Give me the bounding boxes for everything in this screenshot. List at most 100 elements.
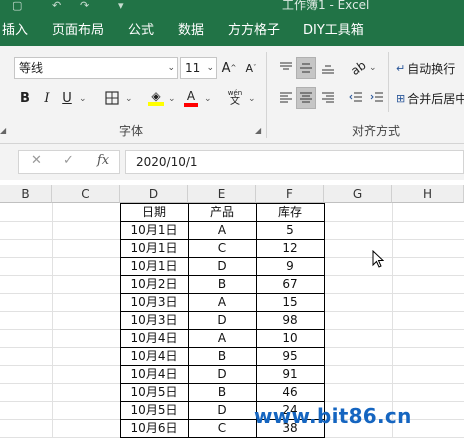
font-color-button[interactable]: A <box>182 88 200 108</box>
product-cell[interactable]: C <box>188 239 256 257</box>
chevron-down-icon[interactable]: ⌄ <box>79 94 87 104</box>
chevron-down-icon[interactable]: ⌄ <box>125 94 133 104</box>
formula-bar: ✕ ✓ fx 2020/10/1 <box>0 144 464 180</box>
stock-cell[interactable]: 91 <box>256 365 324 383</box>
date-cell[interactable]: 10月4日 <box>120 347 188 365</box>
product-cell[interactable]: D <box>188 365 256 383</box>
align-middle-icon <box>300 63 312 73</box>
phonetic-button[interactable]: wén 文 <box>224 88 246 108</box>
align-bottom-button[interactable] <box>318 58 338 78</box>
align-center-icon <box>300 92 312 103</box>
stock-cell[interactable]: 10 <box>256 329 324 347</box>
stock-cell[interactable]: 5 <box>256 221 324 239</box>
borders-button[interactable] <box>102 88 122 108</box>
enter-icon[interactable]: ✓ <box>63 153 74 168</box>
column-header-b[interactable]: B <box>0 185 52 203</box>
tab-page-layout[interactable]: 页面布局 <box>52 22 104 40</box>
tab-insert[interactable]: 插入 <box>2 22 28 40</box>
date-cell[interactable]: 10月6日 <box>120 419 188 437</box>
wrap-text-button[interactable]: ↵ 自动换行 <box>396 58 464 78</box>
stock-cell[interactable]: 12 <box>256 239 324 257</box>
chevron-down-icon[interactable]: ⌄ <box>248 94 256 104</box>
product-cell[interactable]: A <box>188 329 256 347</box>
chevron-down-icon[interactable]: ⌄ <box>204 94 212 104</box>
font-size-value: 11 <box>185 61 201 75</box>
stock-cell[interactable]: 98 <box>256 311 324 329</box>
product-cell[interactable]: D <box>188 401 256 419</box>
stock-cell[interactable]: 95 <box>256 347 324 365</box>
date-cell[interactable]: 10月1日 <box>120 257 188 275</box>
column-header-d[interactable]: D <box>120 185 188 203</box>
product-cell[interactable]: C <box>188 419 256 437</box>
date-cell[interactable]: 10月1日 <box>120 239 188 257</box>
tab-diy-toolbox[interactable]: DIY工具箱 <box>303 22 364 40</box>
increase-indent-button[interactable] <box>367 88 387 108</box>
redo-icon[interactable]: ↷ <box>80 0 89 12</box>
product-cell[interactable]: B <box>188 347 256 365</box>
cancel-icon[interactable]: ✕ <box>31 153 42 168</box>
product-cell[interactable]: A <box>188 221 256 239</box>
italic-button[interactable]: I <box>38 88 56 108</box>
tab-fangfang[interactable]: 方方格子 <box>228 22 280 40</box>
stock-cell[interactable]: 46 <box>256 383 324 401</box>
undo-icon[interactable]: ↶ <box>52 0 61 12</box>
product-cell[interactable]: A <box>188 293 256 311</box>
customize-icon[interactable]: ▾ <box>118 0 124 12</box>
align-top-icon <box>280 62 292 70</box>
product-cell[interactable]: D <box>188 257 256 275</box>
fill-color-button[interactable]: ◈ <box>146 88 166 108</box>
shrink-font-button[interactable]: Aˇ <box>242 58 260 78</box>
chevron-down-icon[interactable]: ⌄ <box>168 94 176 104</box>
column-header-f[interactable]: F <box>256 185 324 203</box>
tab-formulas[interactable]: 公式 <box>128 22 154 40</box>
paint-bucket-icon: ◈ <box>151 89 161 103</box>
insert-function-button[interactable]: fx <box>97 153 109 168</box>
window-title: 工作簿1 - Excel <box>282 0 370 12</box>
align-middle-button[interactable] <box>296 57 316 79</box>
font-dialog-launcher-icon[interactable]: ◢ <box>255 126 261 135</box>
worksheet-grid[interactable]: B C D E F G H 日期 产品 库存 10月1日 A 5 10月1日 C 12 10… <box>0 185 464 438</box>
header-cell-product[interactable]: 产品 <box>188 203 256 221</box>
product-cell[interactable]: D <box>188 311 256 329</box>
column-header-h[interactable]: H <box>392 185 464 203</box>
date-cell[interactable]: 10月4日 <box>120 365 188 383</box>
font-size-select[interactable]: 11 ⌄ <box>180 57 217 79</box>
stock-cell[interactable]: 67 <box>256 275 324 293</box>
column-header-e[interactable]: E <box>188 185 256 203</box>
column-header-g[interactable]: G <box>324 185 392 203</box>
align-right-button[interactable] <box>318 88 338 108</box>
date-cell[interactable]: 10月5日 <box>120 401 188 419</box>
date-cell[interactable]: 10月1日 <box>120 221 188 239</box>
header-cell-date[interactable]: 日期 <box>120 203 188 221</box>
decrease-indent-button[interactable] <box>346 88 366 108</box>
date-cell[interactable]: 10月2日 <box>120 275 188 293</box>
save-icon[interactable]: ▢ <box>12 0 22 12</box>
date-cell[interactable]: 10月3日 <box>120 311 188 329</box>
column-header-c[interactable]: C <box>52 185 120 203</box>
date-cell[interactable]: 10月5日 <box>120 383 188 401</box>
orientation-button[interactable]: ab <box>348 58 368 78</box>
stock-cell[interactable]: 15 <box>256 293 324 311</box>
product-cell[interactable]: B <box>188 383 256 401</box>
chevron-down-icon[interactable]: ⌄ <box>369 63 377 73</box>
font-name-select[interactable]: 等线 ⌄ <box>14 57 178 79</box>
wrap-text-icon: ↵ <box>396 61 406 75</box>
bold-button[interactable]: B <box>16 88 34 108</box>
align-center-button[interactable] <box>296 87 316 109</box>
date-cell[interactable]: 10月4日 <box>120 329 188 347</box>
date-cell[interactable]: 10月3日 <box>120 293 188 311</box>
stock-cell[interactable]: 9 <box>256 257 324 275</box>
chevron-down-icon: ⌄ <box>167 63 175 73</box>
align-left-button[interactable] <box>276 88 296 108</box>
clipboard-dialog-launcher-icon[interactable]: ◢ <box>0 126 6 135</box>
header-cell-stock[interactable]: 库存 <box>256 203 324 221</box>
align-top-button[interactable] <box>276 58 296 78</box>
borders-icon <box>105 91 119 105</box>
tab-data[interactable]: 数据 <box>178 22 204 40</box>
chevron-down-icon: ⌄ <box>206 63 214 73</box>
grow-font-button[interactable]: A ^ <box>220 58 238 78</box>
formula-input[interactable]: 2020/10/1 <box>125 150 464 174</box>
underline-button[interactable]: U <box>58 88 76 108</box>
product-cell[interactable]: B <box>188 275 256 293</box>
merge-center-button[interactable]: ⊞ 合并后居中 <box>396 88 464 108</box>
